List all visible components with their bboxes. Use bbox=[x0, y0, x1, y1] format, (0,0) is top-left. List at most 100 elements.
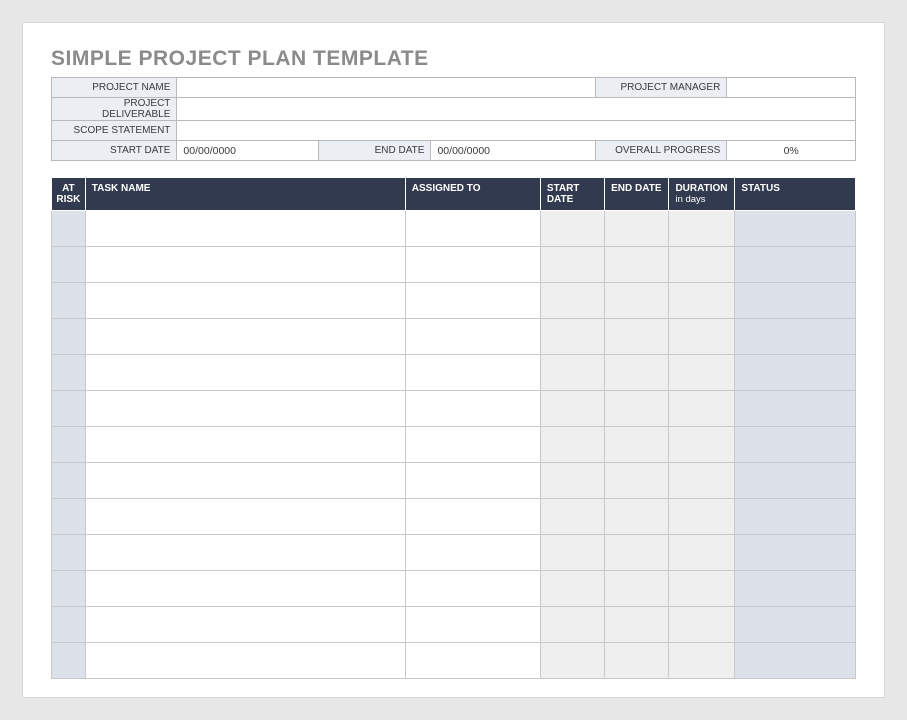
cell-at-risk[interactable] bbox=[52, 247, 86, 283]
cell-at-risk[interactable] bbox=[52, 427, 86, 463]
cell-status[interactable] bbox=[735, 427, 856, 463]
cell-task-name[interactable] bbox=[85, 643, 405, 679]
cell-at-risk[interactable] bbox=[52, 535, 86, 571]
cell-duration[interactable] bbox=[669, 499, 735, 535]
cell-status[interactable] bbox=[735, 319, 856, 355]
cell-assigned-to[interactable] bbox=[405, 571, 540, 607]
cell-task-name[interactable] bbox=[85, 607, 405, 643]
cell-end-date[interactable] bbox=[605, 499, 669, 535]
task-row bbox=[52, 319, 856, 355]
cell-status[interactable] bbox=[735, 355, 856, 391]
cell-start-date[interactable] bbox=[540, 499, 604, 535]
cell-assigned-to[interactable] bbox=[405, 643, 540, 679]
cell-task-name[interactable] bbox=[85, 355, 405, 391]
cell-duration[interactable] bbox=[669, 355, 735, 391]
cell-start-date[interactable] bbox=[540, 427, 604, 463]
cell-duration[interactable] bbox=[669, 247, 735, 283]
value-start-date[interactable]: 00/00/0000 bbox=[177, 141, 319, 161]
cell-start-date[interactable] bbox=[540, 247, 604, 283]
cell-at-risk[interactable] bbox=[52, 391, 86, 427]
task-row bbox=[52, 499, 856, 535]
cell-status[interactable] bbox=[735, 463, 856, 499]
cell-assigned-to[interactable] bbox=[405, 319, 540, 355]
cell-duration[interactable] bbox=[669, 607, 735, 643]
cell-status[interactable] bbox=[735, 211, 856, 247]
cell-at-risk[interactable] bbox=[52, 283, 86, 319]
cell-end-date[interactable] bbox=[605, 391, 669, 427]
value-scope-statement[interactable] bbox=[177, 121, 856, 141]
cell-duration[interactable] bbox=[669, 283, 735, 319]
cell-duration[interactable] bbox=[669, 463, 735, 499]
cell-at-risk[interactable] bbox=[52, 643, 86, 679]
cell-end-date[interactable] bbox=[605, 535, 669, 571]
value-project-name[interactable] bbox=[177, 78, 596, 98]
cell-start-date[interactable] bbox=[540, 535, 604, 571]
cell-assigned-to[interactable] bbox=[405, 607, 540, 643]
cell-duration[interactable] bbox=[669, 535, 735, 571]
cell-task-name[interactable] bbox=[85, 499, 405, 535]
cell-task-name[interactable] bbox=[85, 319, 405, 355]
cell-end-date[interactable] bbox=[605, 571, 669, 607]
cell-status[interactable] bbox=[735, 535, 856, 571]
cell-assigned-to[interactable] bbox=[405, 355, 540, 391]
cell-assigned-to[interactable] bbox=[405, 463, 540, 499]
cell-task-name[interactable] bbox=[85, 211, 405, 247]
cell-at-risk[interactable] bbox=[52, 571, 86, 607]
cell-duration[interactable] bbox=[669, 319, 735, 355]
cell-status[interactable] bbox=[735, 391, 856, 427]
value-project-deliverable[interactable] bbox=[177, 98, 856, 121]
cell-end-date[interactable] bbox=[605, 427, 669, 463]
cell-status[interactable] bbox=[735, 247, 856, 283]
cell-at-risk[interactable] bbox=[52, 211, 86, 247]
cell-end-date[interactable] bbox=[605, 607, 669, 643]
cell-task-name[interactable] bbox=[85, 283, 405, 319]
cell-duration[interactable] bbox=[669, 643, 735, 679]
cell-start-date[interactable] bbox=[540, 607, 604, 643]
cell-end-date[interactable] bbox=[605, 247, 669, 283]
cell-start-date[interactable] bbox=[540, 355, 604, 391]
cell-task-name[interactable] bbox=[85, 535, 405, 571]
value-project-manager[interactable] bbox=[727, 78, 856, 98]
cell-end-date[interactable] bbox=[605, 463, 669, 499]
cell-assigned-to[interactable] bbox=[405, 211, 540, 247]
cell-at-risk[interactable] bbox=[52, 607, 86, 643]
cell-start-date[interactable] bbox=[540, 319, 604, 355]
cell-status[interactable] bbox=[735, 643, 856, 679]
cell-status[interactable] bbox=[735, 571, 856, 607]
cell-end-date[interactable] bbox=[605, 355, 669, 391]
cell-start-date[interactable] bbox=[540, 391, 604, 427]
cell-start-date[interactable] bbox=[540, 643, 604, 679]
cell-at-risk[interactable] bbox=[52, 355, 86, 391]
cell-start-date[interactable] bbox=[540, 463, 604, 499]
cell-duration[interactable] bbox=[669, 571, 735, 607]
cell-end-date[interactable] bbox=[605, 643, 669, 679]
cell-start-date[interactable] bbox=[540, 211, 604, 247]
cell-assigned-to[interactable] bbox=[405, 535, 540, 571]
cell-at-risk[interactable] bbox=[52, 499, 86, 535]
cell-task-name[interactable] bbox=[85, 463, 405, 499]
cell-status[interactable] bbox=[735, 607, 856, 643]
cell-start-date[interactable] bbox=[540, 571, 604, 607]
cell-end-date[interactable] bbox=[605, 283, 669, 319]
cell-duration[interactable] bbox=[669, 427, 735, 463]
cell-end-date[interactable] bbox=[605, 319, 669, 355]
cell-duration[interactable] bbox=[669, 211, 735, 247]
cell-task-name[interactable] bbox=[85, 247, 405, 283]
value-end-date[interactable]: 00/00/0000 bbox=[431, 141, 596, 161]
cell-assigned-to[interactable] bbox=[405, 391, 540, 427]
cell-assigned-to[interactable] bbox=[405, 427, 540, 463]
header-start-date: START DATE bbox=[540, 178, 604, 211]
cell-assigned-to[interactable] bbox=[405, 247, 540, 283]
cell-at-risk[interactable] bbox=[52, 319, 86, 355]
cell-start-date[interactable] bbox=[540, 283, 604, 319]
cell-assigned-to[interactable] bbox=[405, 283, 540, 319]
cell-status[interactable] bbox=[735, 283, 856, 319]
cell-duration[interactable] bbox=[669, 391, 735, 427]
cell-at-risk[interactable] bbox=[52, 463, 86, 499]
cell-task-name[interactable] bbox=[85, 427, 405, 463]
cell-task-name[interactable] bbox=[85, 391, 405, 427]
cell-end-date[interactable] bbox=[605, 211, 669, 247]
cell-task-name[interactable] bbox=[85, 571, 405, 607]
cell-assigned-to[interactable] bbox=[405, 499, 540, 535]
cell-status[interactable] bbox=[735, 499, 856, 535]
